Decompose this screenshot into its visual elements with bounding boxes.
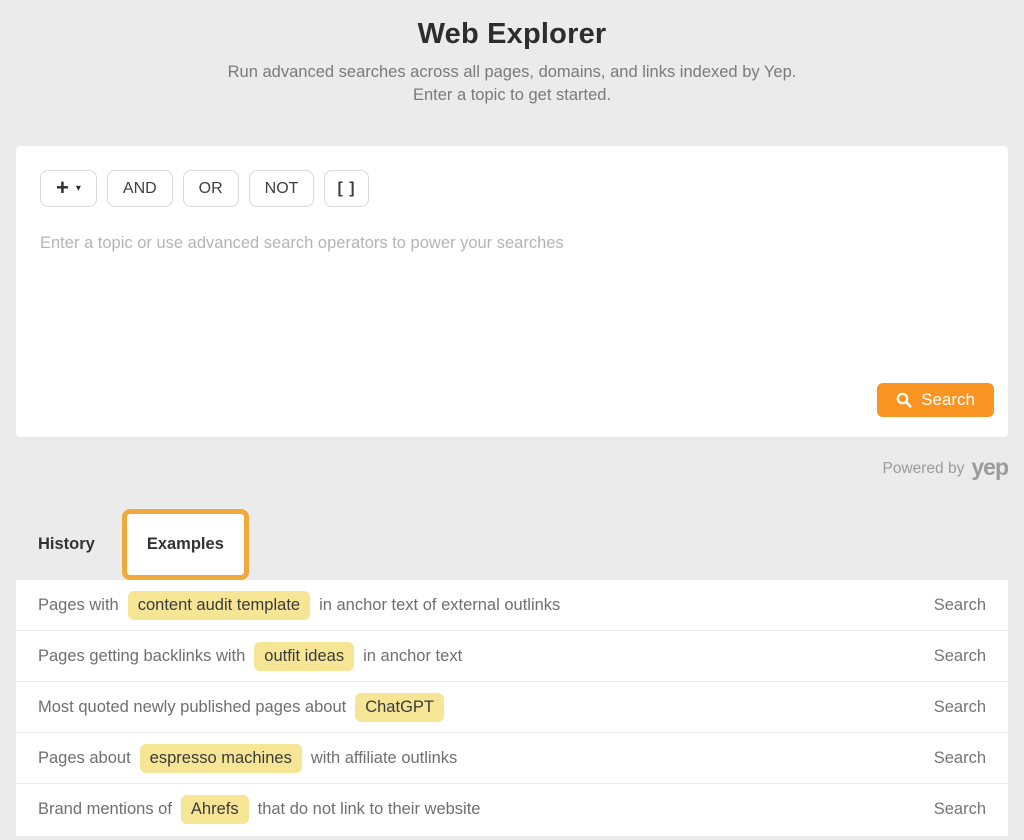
example-prefix: Most quoted newly published pages about (38, 697, 347, 716)
example-row: Brand mentions of Ahrefs that do not lin… (16, 784, 1008, 835)
example-suffix: with affiliate outlinks (310, 748, 458, 767)
example-prefix: Brand mentions of (38, 800, 172, 818)
yep-logo: yep (971, 454, 1009, 480)
chevron-down-icon: ▾ (75, 183, 81, 194)
tab-bar: History Examples (16, 509, 1008, 580)
powered-by: Powered by yep (16, 453, 1009, 481)
highlighted-term: ChatGPT (355, 692, 444, 722)
page-title: Web Explorer (417, 18, 607, 50)
add-operator-dropdown-button[interactable]: + ▾ (40, 170, 97, 207)
operator-not-button[interactable]: NOT (248, 170, 315, 207)
highlighted-term: outfit ideas (254, 641, 355, 671)
example-suffix: that do not link to their website (257, 800, 481, 818)
example-text: Pages getting backlinks with outfit idea… (38, 641, 463, 671)
plus-icon: + (56, 174, 69, 200)
example-suffix: in anchor text (363, 646, 463, 665)
example-row: Pages about espresso machines with affil… (16, 733, 1008, 784)
example-search-link[interactable]: Search (934, 698, 986, 717)
operator-or-button[interactable]: OR (182, 170, 239, 207)
example-search-link[interactable]: Search (934, 749, 986, 768)
example-text: Brand mentions of Ahrefs that do not lin… (38, 795, 481, 824)
example-search-link[interactable]: Search (934, 647, 986, 666)
example-row: Pages with content audit template in anc… (16, 580, 1008, 631)
highlighted-term: content audit template (127, 590, 311, 620)
example-search-link[interactable]: Search (934, 596, 986, 615)
subtitle-line-1: Run advanced searches across all pages, … (227, 63, 797, 81)
page-subtitle: Run advanced searches across all pages, … (0, 61, 1024, 107)
example-text: Pages about espresso machines with affil… (38, 743, 458, 773)
example-row: Most quoted newly published pages about … (16, 682, 1008, 733)
search-button[interactable]: Search (877, 383, 994, 417)
example-prefix: Pages about (38, 748, 131, 767)
subtitle-line-2: Enter a topic to get started. (412, 86, 612, 104)
tab-history[interactable]: History (38, 535, 95, 554)
operator-and-button[interactable]: AND (106, 170, 173, 207)
page-header: Web Explorer Run advanced searches acros… (0, 0, 1024, 107)
highlighted-term: espresso machines (139, 743, 302, 773)
highlighted-term: Ahrefs (180, 795, 249, 824)
example-text: Pages with content audit template in anc… (38, 590, 561, 620)
examples-panel: Pages with content audit template in anc… (16, 580, 1008, 836)
query-input[interactable]: Enter a topic or use advanced search ope… (40, 234, 984, 253)
search-card: + ▾ AND OR NOT [ ] Enter a topic or use … (16, 146, 1008, 437)
operator-brackets-button[interactable]: [ ] (324, 170, 369, 207)
example-text: Most quoted newly published pages about … (38, 692, 453, 722)
search-button-label: Search (921, 390, 975, 409)
tab-examples[interactable]: Examples (121, 509, 249, 580)
example-search-link[interactable]: Search (934, 800, 986, 819)
example-prefix: Pages with (38, 595, 119, 614)
example-prefix: Pages getting backlinks with (38, 646, 246, 665)
powered-by-text: Powered by (882, 460, 965, 477)
operator-toolbar: + ▾ AND OR NOT [ ] (40, 170, 984, 207)
example-suffix: in anchor text of external outlinks (319, 595, 561, 614)
example-row: Pages getting backlinks with outfit idea… (16, 631, 1008, 682)
search-icon (896, 392, 912, 408)
